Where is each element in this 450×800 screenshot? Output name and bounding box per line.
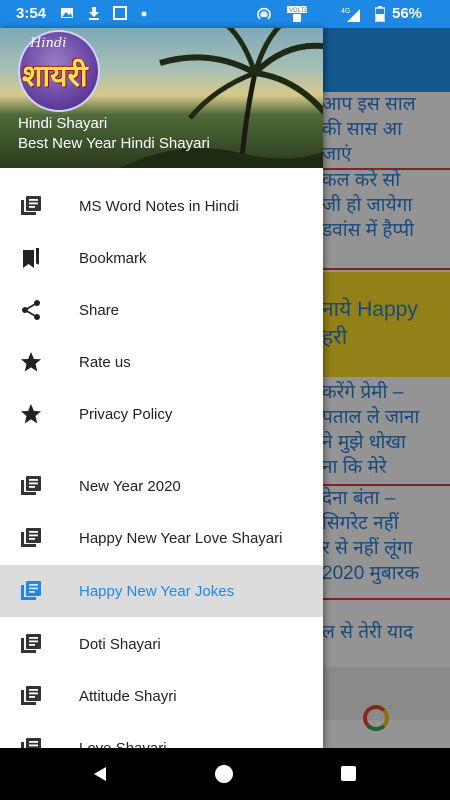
menu-item-privacy-policy[interactable]: Privacy Policy (0, 388, 323, 440)
notes-icon (21, 738, 41, 748)
menu-item-label: Privacy Policy (79, 405, 173, 423)
menu-item-label: Doti Shayari (79, 635, 161, 653)
notes-icon (21, 476, 41, 495)
notes-icon (21, 581, 41, 600)
drawer-scrim[interactable] (322, 28, 450, 748)
status-time: 3:54 (16, 5, 47, 22)
image-icon (61, 8, 73, 18)
menu-item-label: Bookmark (79, 249, 147, 267)
system-nav-bar (0, 748, 450, 800)
notes-icon (21, 528, 41, 547)
menu-item-label: Happy New Year Jokes (79, 582, 235, 600)
svg-text:VOLTE: VOLTE (289, 8, 307, 14)
logo-script-text: Hindi (30, 36, 67, 51)
home-button-icon[interactable] (215, 765, 233, 783)
menu-item-label: Rate us (79, 353, 131, 371)
menu-item-label: Share (79, 301, 120, 319)
menu-item-label: Love Shayari (79, 739, 167, 749)
status-bar: 3:54 VOLTE 4G 56% (0, 0, 450, 28)
battery-percent: 56% (392, 5, 423, 22)
star-icon (21, 352, 41, 372)
menu-item-love-shayari-new-year[interactable]: Happy New Year Love Shayari (0, 512, 323, 564)
menu-item-doti-shayari[interactable]: Doti Shayari (0, 618, 323, 670)
app-name: Hindi Shayari (18, 115, 108, 132)
dot-icon (141, 11, 147, 17)
checkbox-icon (113, 6, 127, 20)
signal-4g-icon: 4G (341, 8, 360, 22)
hotspot-icon (257, 7, 271, 20)
notes-icon (21, 196, 41, 215)
back-icon[interactable] (92, 766, 108, 782)
menu-item-new-year-jokes[interactable]: Happy New Year Jokes (0, 565, 323, 617)
battery-icon (375, 6, 385, 22)
navigation-drawer: Hindi शायरी Hindi Shayari Best New Year … (0, 28, 323, 748)
menu-item-label: Attitude Shayri (79, 687, 177, 705)
menu-item-attitude-shayri[interactable]: Attitude Shayri (0, 670, 323, 722)
logo-text: शायरी (22, 60, 88, 93)
recent-apps-icon[interactable] (341, 766, 356, 781)
bookmark-icon (23, 248, 39, 268)
drawer-header: Hindi शायरी Hindi Shayari Best New Year … (0, 28, 323, 168)
menu-item-rate-us[interactable]: Rate us (0, 336, 323, 388)
menu-item-share[interactable]: Share (0, 284, 323, 336)
menu-item-bookmark[interactable]: Bookmark (0, 232, 323, 284)
menu-item-label: New Year 2020 (79, 477, 181, 495)
menu-item-love-shayari[interactable]: Love Shayari (0, 722, 323, 748)
menu-item-label: MS Word Notes in Hindi (79, 197, 239, 215)
svg-text:4G: 4G (341, 8, 350, 15)
star-icon (21, 404, 41, 424)
app-subtitle: Best New Year Hindi Shayari (18, 135, 210, 152)
share-icon (22, 300, 40, 320)
menu-item-ms-word-notes[interactable]: MS Word Notes in Hindi (0, 180, 323, 232)
notes-icon (21, 634, 41, 653)
download-icon (89, 7, 99, 20)
menu-item-new-year-2020[interactable]: New Year 2020 (0, 460, 323, 512)
menu-item-label: Happy New Year Love Shayari (79, 529, 283, 547)
volte-icon: VOLTE (287, 6, 307, 22)
notes-icon (21, 686, 41, 705)
